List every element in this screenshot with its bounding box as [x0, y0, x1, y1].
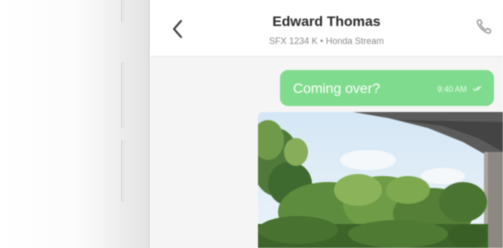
phone-body	[0, 0, 150, 248]
chat-header: Edward Thomas SFX 1234 K • Honda Stream	[150, 0, 503, 57]
chat-screen: Edward Thomas SFX 1234 K • Honda Stream …	[150, 0, 503, 248]
contact-subtitle: SFX 1234 K • Honda Stream	[269, 36, 384, 46]
outgoing-message-bubble[interactable]: Coming over? 9:40 AM	[280, 70, 494, 106]
app-scene: Edward Thomas SFX 1234 K • Honda Stream …	[0, 0, 503, 248]
message-text: Coming over?	[293, 80, 381, 96]
call-button[interactable]	[475, 18, 493, 36]
image-message[interactable]	[258, 112, 503, 248]
phone-side-edge	[121, 0, 125, 22]
phone-side-button	[121, 62, 125, 128]
message-meta: 9:40 AM	[437, 85, 484, 94]
phone-side-button	[121, 140, 125, 202]
contact-name[interactable]: Edward Thomas	[150, 13, 503, 29]
double-check-icon	[472, 86, 482, 92]
phone-icon	[476, 19, 492, 34]
photo-trees-image	[258, 112, 503, 248]
message-time: 9:40 AM	[437, 85, 467, 94]
